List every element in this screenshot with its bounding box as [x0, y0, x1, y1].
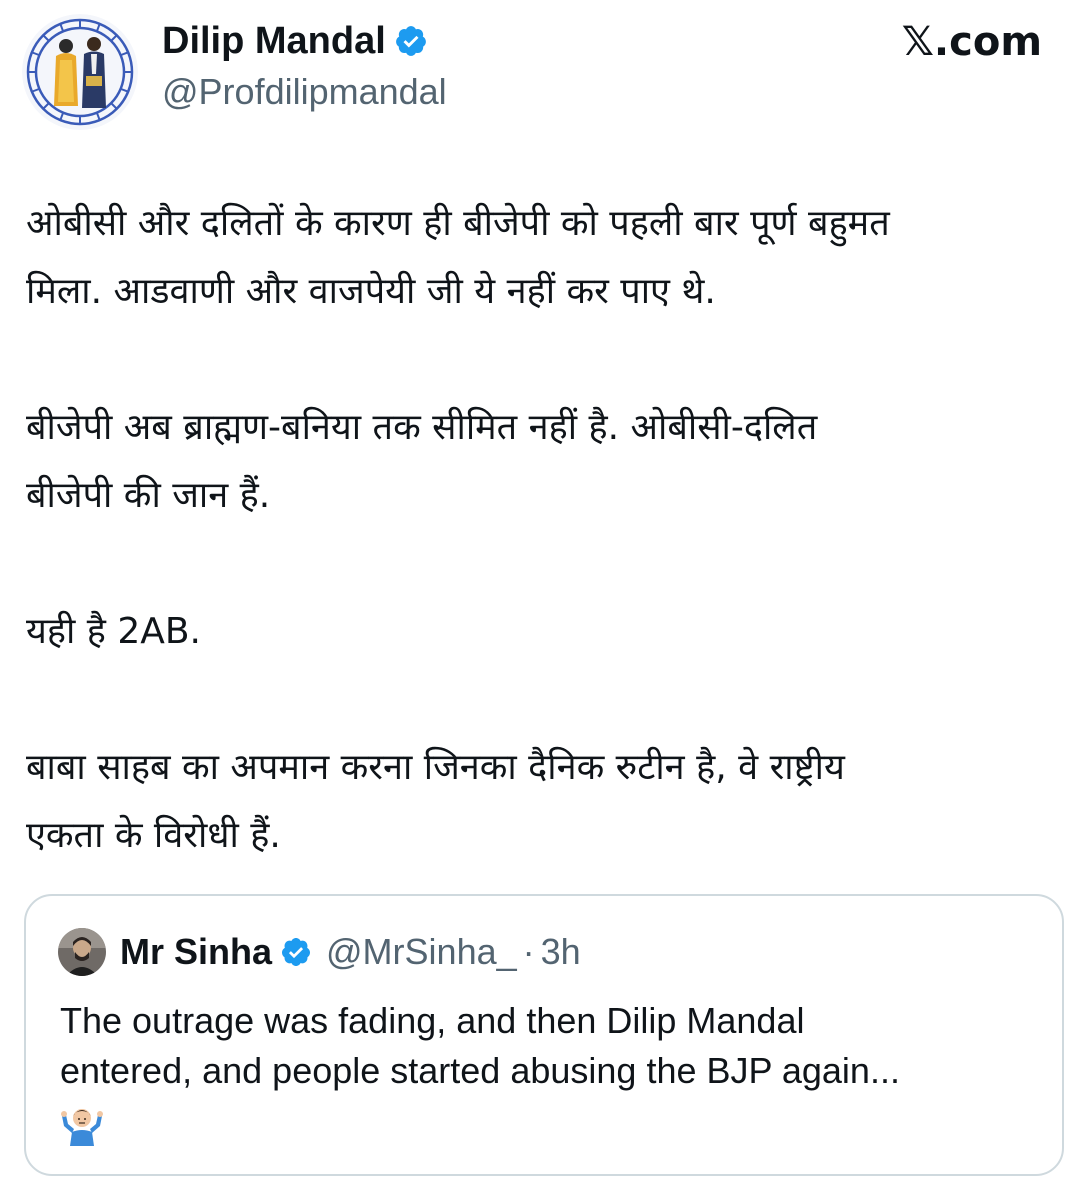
quoted-author-avatar[interactable] [58, 928, 106, 976]
person-shrugging-emoji-icon [61, 1109, 103, 1146]
author-avatar[interactable] [22, 14, 138, 130]
quoted-avatar-image [58, 928, 106, 976]
site-label: 𝕏.com [901, 19, 1042, 65]
tweet-line: बाबा साहब का अपमान करना जिनका दैनिक रुटी… [26, 747, 845, 788]
quoted-tweet-header: Mr Sinha @MrSinha_ · 3h [58, 926, 581, 978]
author-name[interactable]: Dilip Mandal [162, 18, 428, 64]
tweet-line: ओबीसी और दलितों के कारण ही बीजेपी को पहल… [26, 203, 890, 244]
verified-badge-icon [395, 26, 426, 56]
quoted-tweet-card[interactable]: Mr Sinha @MrSinha_ · 3h The outrage was … [24, 894, 1064, 1176]
quoted-text-line: The outrage was fading, and then Dilip M… [60, 1000, 805, 1041]
author-name-text[interactable]: Dilip Mandal [162, 18, 386, 64]
tweet-paragraph: बीजेपी अब ब्राह्मण-बनिया तक सीमित नहीं ह… [26, 394, 1056, 530]
quoted-tweet-time[interactable]: 3h [541, 931, 581, 973]
tweet-paragraph: यही है 2AB. [26, 598, 1056, 666]
tweet-line: यही है 2AB. [26, 611, 201, 652]
quoted-tweet-text: The outrage was fading, and then Dilip M… [60, 996, 1040, 1096]
tweet-line: बीजेपी अब ब्राह्मण-बनिया तक सीमित नहीं ह… [26, 407, 818, 448]
quoted-author-handle[interactable]: @MrSinha_ [326, 931, 517, 973]
tweet-line: मिला. आडवाणी और वाजपेयी जी ये नहीं कर पा… [26, 271, 716, 312]
tweet-paragraph: बाबा साहब का अपमान करना जिनका दैनिक रुटी… [26, 734, 1056, 870]
tweet-line: एकता के विरोधी हैं. [26, 815, 281, 856]
avatar-image [22, 14, 138, 130]
quoted-author-name[interactable]: Mr Sinha [120, 931, 272, 973]
tweet-paragraph: ओबीसी और दलितों के कारण ही बीजेपी को पहल… [26, 190, 1056, 326]
tweet-header: Dilip Mandal @Profdilipmandal 𝕏.com [0, 0, 1090, 140]
tweet-text: ओबीसी और दलितों के कारण ही बीजेपी को पहल… [26, 190, 1056, 870]
verified-badge-icon [282, 938, 311, 966]
tweet-line: बीजेपी की जान हैं. [26, 475, 271, 516]
quoted-text-line: entered, and people started abusing the … [60, 1050, 900, 1091]
separator-dot: · [522, 931, 535, 972]
author-handle[interactable]: @Profdilipmandal [162, 70, 447, 114]
